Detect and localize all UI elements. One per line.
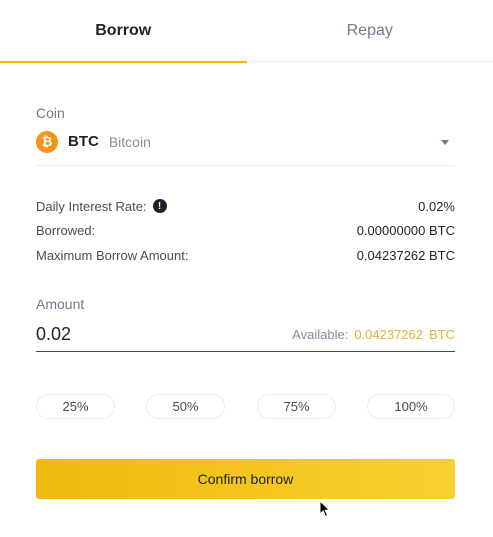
tab-borrow[interactable]: Borrow [0, 0, 247, 63]
coin-label: Coin [36, 105, 65, 121]
borrowed-label: Borrowed: [36, 222, 96, 238]
daily-interest-value: 0.02% [418, 198, 455, 214]
borrowed-row: Borrowed: 0.00000000 BTC [36, 220, 455, 240]
mouse-cursor-icon [319, 500, 331, 518]
amount-field: Available: 0.04237262 BTC [36, 318, 455, 352]
borrowed-value: 0.00000000 BTC [356, 222, 455, 238]
percent-100-button[interactable]: 100% [367, 394, 455, 419]
tab-repay[interactable]: Repay [247, 0, 493, 62]
confirm-borrow-button[interactable]: Confirm borrow [36, 459, 455, 499]
max-borrow-value: 0.04237262 BTC [356, 247, 455, 263]
percent-75-button[interactable]: 75% [257, 394, 336, 419]
daily-interest-label: Daily Interest Rate: [36, 198, 147, 214]
borrow-panel: Borrow Repay Coin ₿ BTC Bitcoin Daily In… [0, 0, 493, 537]
info-icon[interactable]: ! [152, 199, 167, 213]
coin-name: Bitcoin [108, 133, 151, 150]
bitcoin-icon: ₿ [36, 130, 58, 153]
percent-25-button[interactable]: 25% [36, 394, 115, 419]
available-unit: BTC [429, 327, 455, 342]
coin-select[interactable]: ₿ BTC Bitcoin [36, 128, 455, 166]
max-borrow-row: Maximum Borrow Amount: 0.04237262 BTC [36, 245, 455, 265]
available-label: Available: [292, 327, 349, 342]
coin-symbol: BTC [68, 133, 99, 150]
max-borrow-label: Maximum Borrow Amount: [36, 247, 189, 263]
available-balance: Available: 0.04237262 BTC [292, 327, 455, 342]
percent-50-button[interactable]: 50% [146, 394, 225, 419]
amount-input[interactable] [36, 324, 236, 345]
amount-label: Amount [36, 296, 85, 312]
caret-down-icon [441, 140, 449, 145]
tab-bar: Borrow Repay [0, 0, 493, 63]
daily-interest-row: Daily Interest Rate: ! 0.02% [36, 196, 455, 216]
available-amount[interactable]: 0.04237262 [354, 327, 423, 342]
